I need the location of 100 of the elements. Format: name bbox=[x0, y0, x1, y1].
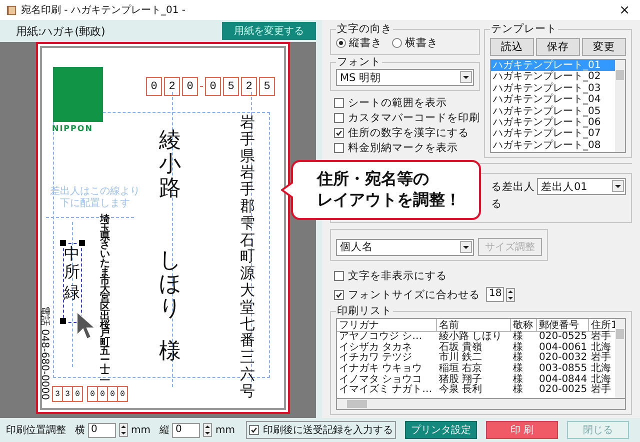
template-item[interactable]: ハガキテンプレート_02 bbox=[491, 71, 615, 83]
table-cell-text: 市川 鉄二 bbox=[438, 353, 484, 364]
table-cell-text: アヤノコウジ シ… bbox=[338, 332, 424, 342]
spinner-icon[interactable] bbox=[506, 288, 515, 302]
unit-label: mm bbox=[131, 424, 150, 436]
postal-code-digit: 5 bbox=[223, 77, 239, 96]
table-cell-text: 稲垣 右京 bbox=[438, 364, 484, 374]
column-header[interactable]: フリガナ bbox=[337, 319, 437, 332]
template-item[interactable]: ハガキテンプレート_08 bbox=[491, 140, 615, 152]
checkbox-option[interactable]: 住所の数字を漢字にする bbox=[334, 126, 480, 140]
sender-label: る差出人 bbox=[491, 180, 535, 194]
recipient-family-name: 綾小路 bbox=[159, 129, 181, 202]
template-item[interactable]: ハガキテンプレート_05 bbox=[491, 106, 615, 117]
name-type-select[interactable]: 個人名 bbox=[336, 238, 474, 256]
checkbox-option[interactable]: 料金別納マークを表示 bbox=[334, 141, 480, 155]
vertical-label: 縦 bbox=[159, 424, 170, 437]
guide-note: 差出人はこの線より下に配置します bbox=[50, 186, 140, 210]
table-cell-text: イチカワ テツジ bbox=[338, 353, 414, 364]
recipient-address: 岩手県岩手郡雫石町源大堂七番三六号 bbox=[240, 114, 255, 400]
selection-handle[interactable] bbox=[60, 240, 66, 246]
column-header[interactable]: 敬称 bbox=[511, 319, 537, 332]
checkbox-option[interactable]: フォントサイズに合わせる bbox=[334, 288, 480, 302]
template-item[interactable]: ハガキテンプレート_07 bbox=[491, 128, 615, 140]
sender-family-name: 中所 bbox=[64, 245, 80, 280]
table-cell-text: 北海 bbox=[590, 364, 612, 374]
template-item[interactable]: ハガキテンプレート_03 bbox=[491, 82, 615, 94]
check-icon bbox=[335, 129, 343, 137]
selection-handle[interactable] bbox=[60, 318, 66, 324]
change-paper-button[interactable]: 用紙を変更する bbox=[222, 22, 316, 40]
table-cell-text: 様 bbox=[512, 332, 524, 342]
table-cell-text: 様 bbox=[512, 374, 524, 385]
group-label: テンプレート bbox=[490, 22, 558, 36]
vertical-offset-field[interactable]: 0 bbox=[172, 422, 200, 438]
radio-option[interactable]: 縦書き bbox=[336, 36, 382, 50]
app-icon bbox=[6, 4, 17, 16]
postal-code-digit: 2 bbox=[241, 77, 257, 96]
postal-code-digit: 0 bbox=[146, 77, 162, 96]
check-icon bbox=[250, 426, 258, 434]
postal-code-digit: 0 bbox=[117, 386, 128, 402]
table-cell-text: 020-0025 bbox=[538, 385, 588, 396]
horizontal-offset-field[interactable]: 0 bbox=[88, 422, 116, 438]
table-cell-text: 石坂 貴嶺 bbox=[438, 342, 484, 353]
postal-code-digit: 0 bbox=[87, 386, 98, 402]
group-label: 印刷リスト bbox=[336, 304, 393, 318]
table-cell-text: 岩手 bbox=[590, 385, 612, 396]
table-cell-text: 様 bbox=[512, 353, 524, 364]
vertical-scrollbar[interactable] bbox=[615, 319, 625, 398]
table-cell-text: 004-0844 bbox=[538, 374, 588, 385]
postal-code-digit: 0 bbox=[72, 386, 83, 402]
table-cell-text: イシザカ タカネ bbox=[338, 342, 414, 353]
column-header[interactable]: 名前 bbox=[437, 319, 511, 332]
window-title: 宛名印刷 - ハガキテンプレート_01 - bbox=[21, 4, 186, 17]
group-label: 文字の向き bbox=[336, 22, 393, 36]
table-cell-text: 020-0032 bbox=[538, 353, 588, 364]
sender-given-name: 緑 bbox=[64, 284, 80, 302]
template-item[interactable]: ハガキテンプレート_06 bbox=[491, 116, 615, 128]
table-cell-text: 綾小路 しほり bbox=[438, 332, 504, 342]
table-cell-text: 岩手 bbox=[590, 332, 612, 342]
table-cell-text: 様 bbox=[512, 385, 524, 396]
stamp-mark bbox=[53, 67, 103, 122]
template-button[interactable]: 読込 bbox=[490, 38, 534, 56]
paper-label: 用紙:ハガキ(郵政) bbox=[16, 24, 106, 38]
action-button[interactable]: プリンタ設定 bbox=[404, 421, 477, 439]
sender-address: 埼玉県さいたま市大宮区出桜戸町五ー十二 bbox=[100, 216, 110, 384]
vertical-scrollbar[interactable] bbox=[615, 60, 625, 152]
postal-code-digit: 5 bbox=[259, 77, 275, 96]
close-button[interactable]: × bbox=[615, 2, 634, 18]
template-item[interactable]: ハガキテンプレート_04 bbox=[491, 94, 615, 106]
selection-handle[interactable] bbox=[79, 240, 85, 246]
table-cell-text: イナガキ ウキョウ bbox=[338, 364, 424, 374]
spinner-icon[interactable] bbox=[203, 423, 212, 437]
table-cell-text: 岩手 bbox=[590, 353, 612, 364]
postal-code-digit: 3 bbox=[62, 386, 73, 402]
horizontal-scrollbar[interactable] bbox=[336, 399, 626, 410]
table-cell-text: 003-0855 bbox=[538, 364, 588, 374]
postal-code-digit: 0 bbox=[205, 77, 221, 96]
print-offset-label: 印刷位置調整 bbox=[6, 424, 66, 437]
column-header[interactable]: 郵便番号 bbox=[537, 319, 589, 332]
table-cell-text: イマイズミ ナガト… bbox=[338, 385, 434, 396]
checkbox-option[interactable]: 文字を非表示にする bbox=[334, 269, 632, 283]
postal-code-digit: 3 bbox=[52, 386, 63, 402]
font-select[interactable]: MS 明朝 bbox=[336, 69, 474, 86]
group-label: フォント bbox=[336, 55, 382, 69]
checkbox-option[interactable]: シートの範囲を表示 bbox=[334, 96, 480, 110]
font-size-field[interactable]: 18 bbox=[486, 287, 504, 302]
table-cell-text: 004-0061 bbox=[538, 342, 588, 353]
table-cell-text: 様 bbox=[512, 342, 524, 353]
checkbox-option[interactable]: カスタマバーコードを印刷 bbox=[334, 111, 480, 125]
table-cell-text: 北海 bbox=[590, 374, 612, 385]
postal-code-digit: 0 bbox=[182, 77, 198, 96]
sender-select[interactable]: 差出人01 bbox=[537, 178, 626, 195]
recipient-given-name: しほり bbox=[159, 249, 181, 322]
radio-option[interactable]: 横書き bbox=[392, 36, 438, 50]
record-checkbox[interactable]: 印刷後に送受記録を入力する bbox=[246, 421, 396, 439]
template-button[interactable]: 保存 bbox=[536, 38, 580, 56]
template-button[interactable]: 変更 bbox=[582, 38, 626, 56]
spinner-icon[interactable] bbox=[119, 423, 128, 437]
table-cell-text: 020-0525 bbox=[538, 332, 588, 342]
cursor-icon bbox=[76, 311, 96, 341]
table-cell-text: イノマタ ショウコ bbox=[338, 374, 424, 385]
